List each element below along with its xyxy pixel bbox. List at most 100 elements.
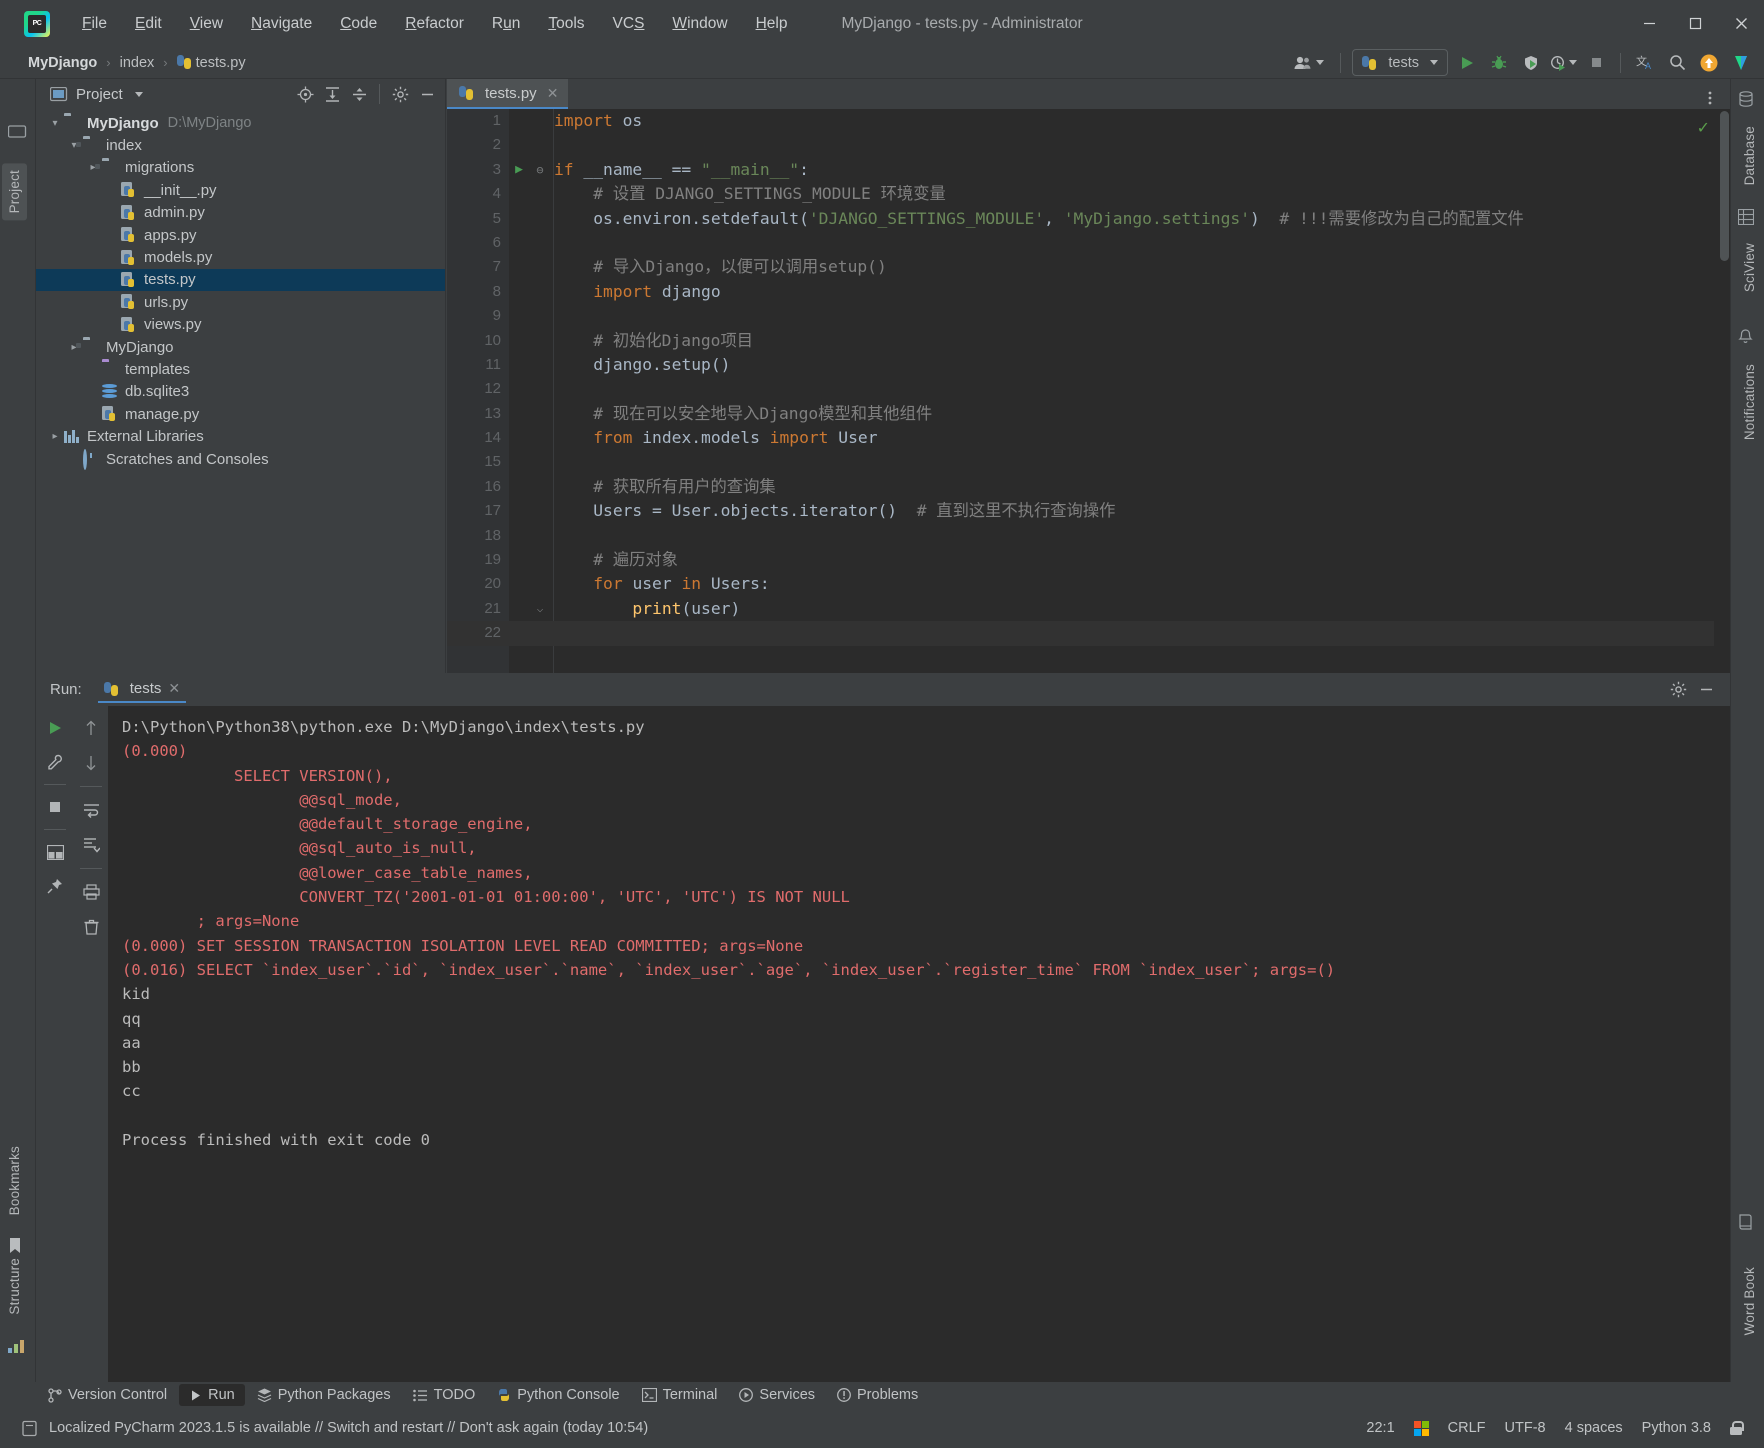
tree-node-apps-py[interactable]: apps.py: [36, 224, 445, 246]
tree-node-admin-py[interactable]: admin.py: [36, 202, 445, 224]
menu-item-edit[interactable]: Edit: [121, 11, 176, 37]
chevron-right-icon[interactable]: ▸: [46, 431, 64, 442]
breadcrumb-item-2[interactable]: tests.py: [173, 53, 250, 73]
code-line-13[interactable]: 13 # 现在可以安全地导入Django模型和其他组件: [447, 402, 1730, 426]
tree-node-migrations[interactable]: ▸ migrations: [36, 157, 445, 179]
breadcrumb-item-0[interactable]: MyDjango: [24, 53, 101, 73]
caret-position[interactable]: 22:1: [1366, 1420, 1394, 1436]
bottom-tab-python-packages[interactable]: Python Packages: [247, 1384, 401, 1406]
rerun-icon[interactable]: [42, 716, 68, 740]
bookmark-icon[interactable]: [8, 1237, 28, 1255]
word-book-icon[interactable]: [1738, 1214, 1758, 1232]
collapse-all-icon[interactable]: [347, 83, 371, 105]
structure-icon[interactable]: [8, 1339, 28, 1357]
indent-setting[interactable]: 4 spaces: [1565, 1420, 1623, 1436]
line-separator[interactable]: CRLF: [1448, 1420, 1486, 1436]
tree-node-manage-py[interactable]: manage.py: [36, 403, 445, 425]
console-output[interactable]: D:\Python\Python38\python.exe D:\MyDjang…: [108, 706, 1730, 1382]
stop-icon[interactable]: [42, 795, 68, 819]
tree-node-scratches-and-consoles[interactable]: Scratches and Consoles: [36, 448, 445, 471]
code-editor[interactable]: 1 import os 2 3 ▶ ⊖ if __name__ == "__main__":…: [447, 109, 1730, 673]
profile-icon[interactable]: [1550, 50, 1577, 76]
code-line-7[interactable]: 7 # 导入Django，以便可以调用setup(): [447, 255, 1730, 279]
modify-run-configuration-icon[interactable]: [42, 750, 68, 774]
bottom-tab-services[interactable]: Services: [729, 1384, 825, 1406]
code-line-17[interactable]: 17 Users = User.objects.iterator() # 直到这…: [447, 499, 1730, 523]
pin-icon[interactable]: [42, 874, 68, 898]
tree-node-views-py[interactable]: views.py: [36, 314, 445, 336]
code-line-4[interactable]: 4 # 设置 DJANGO_SETTINGS_MODULE 环境变量: [447, 182, 1730, 206]
chevron-down-icon[interactable]: ▾: [46, 118, 64, 129]
scroll-down-icon[interactable]: [78, 751, 104, 775]
code-line-9[interactable]: 9: [447, 304, 1730, 328]
notification-text[interactable]: Localized PyCharm 2023.1.5 is available …: [49, 1420, 648, 1436]
project-folder-icon[interactable]: [8, 123, 28, 141]
hide-panel-icon[interactable]: [1694, 679, 1718, 701]
code-line-16[interactable]: 16 # 获取所有用户的查询集: [447, 475, 1730, 499]
tree-node-models-py[interactable]: models.py: [36, 246, 445, 268]
sidebar-item-structure[interactable]: Structure: [2, 1251, 27, 1322]
close-icon[interactable]: ✕: [547, 85, 559, 102]
scroll-to-end-icon[interactable]: [78, 833, 104, 857]
code-line-18[interactable]: 18: [447, 524, 1730, 548]
print-icon[interactable]: [78, 880, 104, 904]
close-icon[interactable]: ✕: [168, 680, 180, 697]
run-configuration-selector[interactable]: tests: [1352, 49, 1448, 76]
breadcrumb[interactable]: MyDjango › index › tests.py: [24, 53, 250, 73]
code-line-8[interactable]: 8 import django: [447, 280, 1730, 304]
menu-item-code[interactable]: Code: [326, 11, 391, 37]
editor-options-icon[interactable]: [1698, 87, 1722, 109]
editor-scrollbar[interactable]: [1714, 109, 1730, 673]
run-with-coverage-icon[interactable]: [1518, 50, 1544, 76]
code-line-20[interactable]: 20 for user in Users:: [447, 572, 1730, 596]
scroll-up-icon[interactable]: [78, 716, 104, 740]
code-line-21[interactable]: 21 ⌵ print(user): [447, 597, 1730, 621]
gutter-run-icon[interactable]: ▶: [509, 158, 529, 182]
menu-item-vcs[interactable]: VCS: [599, 11, 659, 37]
maximize-button[interactable]: [1672, 0, 1718, 47]
update-icon[interactable]: [1696, 50, 1722, 76]
chevron-down-icon[interactable]: [134, 91, 143, 97]
database-icon[interactable]: [1738, 91, 1758, 109]
search-icon[interactable]: [1664, 50, 1690, 76]
close-button[interactable]: [1718, 0, 1764, 47]
code-line-19[interactable]: 19 # 遍历对象: [447, 548, 1730, 572]
run-icon[interactable]: [1454, 50, 1480, 76]
menu-item-navigate[interactable]: Navigate: [237, 11, 326, 37]
code-line-22[interactable]: 22: [447, 621, 1730, 646]
scrollbar-thumb[interactable]: [1720, 111, 1729, 261]
menu-item-run[interactable]: Run: [478, 11, 534, 37]
locate-icon[interactable]: [293, 83, 317, 105]
window-controls[interactable]: [1626, 0, 1764, 47]
tree-node-templates[interactable]: templates: [36, 358, 445, 380]
bottom-tab-terminal[interactable]: Terminal: [632, 1384, 728, 1406]
settings-icon[interactable]: [1666, 679, 1690, 701]
code-line-14[interactable]: 14 from index.models import User: [447, 426, 1730, 450]
code-line-3[interactable]: 3 ▶ ⊖ if __name__ == "__main__":: [447, 158, 1730, 182]
menu-item-refactor[interactable]: Refactor: [391, 11, 478, 37]
sidebar-item-bookmarks[interactable]: Bookmarks: [2, 1139, 27, 1222]
tree-node-external-libraries[interactable]: ▸ External Libraries: [36, 425, 445, 447]
sciview-icon[interactable]: [1738, 209, 1758, 227]
expand-all-icon[interactable]: [320, 83, 344, 105]
menu-bar[interactable]: File Edit View Navigate Code Refactor Run Tools…: [68, 11, 801, 37]
project-tree[interactable]: ▾ MyDjango D:\MyDjango ▾ index ▸ migrations __i…: [36, 112, 445, 471]
stop-icon[interactable]: [1583, 50, 1609, 76]
code-fold-end-icon[interactable]: ⌵: [533, 597, 547, 621]
bottom-tab-python-console[interactable]: Python Console: [487, 1384, 629, 1406]
tree-node-mydjango[interactable]: ▾ MyDjango D:\MyDjango: [36, 112, 445, 134]
bottom-tab-run[interactable]: Run: [179, 1384, 245, 1406]
code-line-12[interactable]: 12: [447, 377, 1730, 401]
bottom-tab-version-control[interactable]: Version Control: [38, 1384, 177, 1406]
sidebar-item-notifications[interactable]: Notifications: [1737, 357, 1762, 447]
menu-item-file[interactable]: File: [68, 11, 121, 37]
python-interpreter[interactable]: Python 3.8: [1642, 1420, 1711, 1436]
tree-node-index[interactable]: ▾ index: [36, 134, 445, 156]
bottom-tab-problems[interactable]: Problems: [827, 1384, 928, 1406]
tree-node-db-sqlite3[interactable]: db.sqlite3: [36, 381, 445, 403]
translate-icon[interactable]: 文 A: [1632, 50, 1658, 76]
tree-node-urls-py[interactable]: urls.py: [36, 291, 445, 313]
run-tab-tests[interactable]: tests ✕: [97, 676, 187, 703]
code-fold-icon[interactable]: ⊖: [533, 158, 547, 182]
menu-item-window[interactable]: Window: [658, 11, 741, 37]
